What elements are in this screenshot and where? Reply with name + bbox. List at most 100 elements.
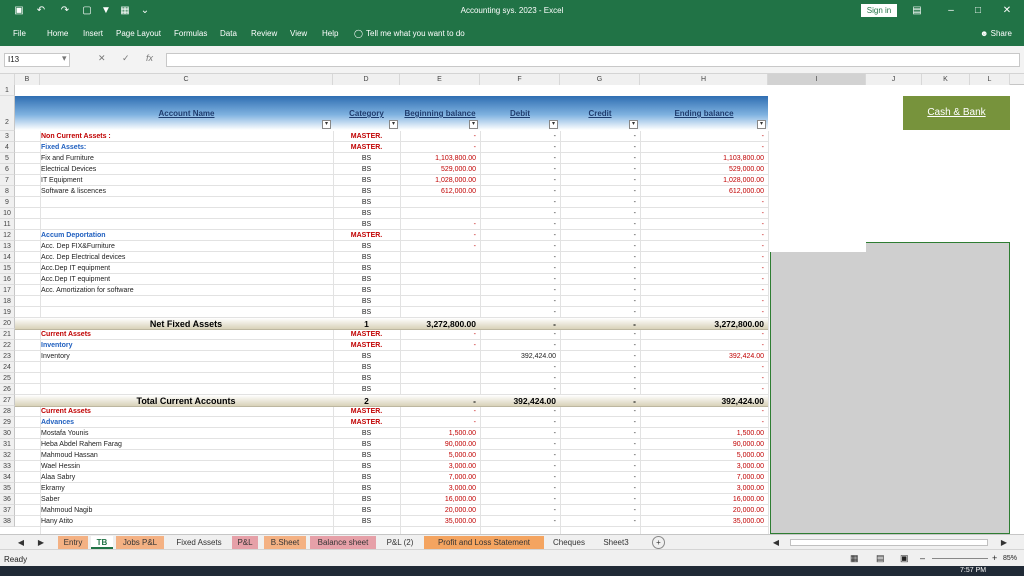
cell-name[interactable] [41,373,331,384]
cell-cat[interactable]: BS [333,362,400,373]
cell-end[interactable]: - [640,230,764,241]
sheet-tab-p-l-2-[interactable]: P&L (2) [380,536,420,549]
cell-deb[interactable]: - [480,186,556,197]
cell-name[interactable]: Acc. Amortization for software [41,285,331,296]
cell-cat[interactable]: MASTER. [333,340,400,351]
cell-cre[interactable]: - [560,472,636,483]
zoom-slider[interactable] [932,558,988,559]
cell-name[interactable]: Fix and Furniture [41,153,331,164]
cell-deb[interactable]: - [480,428,556,439]
cell-cat[interactable]: BS [333,153,400,164]
cell-cre[interactable]: - [560,142,636,153]
tell-me-search[interactable]: Tell me what you want to do [366,29,465,38]
row-header[interactable]: 4 [0,142,15,153]
row-header[interactable]: 34 [0,472,15,483]
cell-cre[interactable]: - [560,461,636,472]
cell-name[interactable] [41,362,331,373]
cell-cre[interactable]: - [560,219,636,230]
column-header-h[interactable]: H [640,74,768,85]
column-header-f[interactable]: F [480,74,560,85]
tab-help[interactable]: Help [322,29,338,38]
cell-end[interactable]: - [640,263,764,274]
cell-deb[interactable]: - [480,340,556,351]
cell-deb[interactable]: - [480,131,556,142]
cell-cre[interactable]: - [560,340,636,351]
cell-end[interactable]: 612,000.00 [640,186,764,197]
cell-cat[interactable]: BS [333,516,400,527]
cell-beg[interactable]: 5,000.00 [400,450,476,461]
chevron-down-icon[interactable]: ▾ [62,53,67,64]
sheet-tab-entry[interactable]: Entry [58,536,88,549]
cell-name[interactable]: Heba Abdel Rahem Farag [41,439,331,450]
cell-end[interactable]: - [640,296,764,307]
cell-end[interactable]: 7,000.00 [640,472,764,483]
cell-beg[interactable]: - [400,230,476,241]
cell-cre[interactable]: - [560,285,636,296]
cell-cat[interactable]: BS [333,450,400,461]
scroll-left-icon[interactable]: ◀ [772,536,780,549]
cell-deb[interactable]: - [480,175,556,186]
filter-dropdown-icon[interactable]: ▾ [469,120,478,129]
cell-deb[interactable]: - [480,417,556,428]
cell-cat[interactable]: BS [333,494,400,505]
maximize-button[interactable]: □ [971,4,985,18]
cell-name[interactable]: Acc. Dep Electrical devices [41,252,331,263]
cell-beg[interactable]: 7,000.00 [400,472,476,483]
row-header[interactable]: 14 [0,252,15,263]
row-header[interactable]: 13 [0,241,15,252]
cell-cre[interactable]: - [560,329,636,340]
cell-name[interactable]: Advances [41,417,331,428]
sheet-tab-p-l[interactable]: P&L [232,536,258,549]
cell-cre[interactable]: - [560,164,636,175]
horizontal-scrollbar[interactable] [790,539,988,546]
cell-end[interactable]: 5,000.00 [640,450,764,461]
cell-deb[interactable]: - [480,483,556,494]
cell-cat[interactable]: BS [333,175,400,186]
cell-deb[interactable]: - [480,373,556,384]
row-header[interactable]: 8 [0,186,15,197]
cell-cre[interactable]: - [560,362,636,373]
cell-name[interactable]: Acc.Dep IT equipment [41,263,331,274]
cell-beg[interactable] [400,307,476,318]
filter-dropdown-icon[interactable]: ▾ [549,120,558,129]
tab-file[interactable]: File [13,29,26,38]
cell-cat[interactable]: MASTER. [333,230,400,241]
tab-review[interactable]: Review [251,29,277,38]
cell-beg[interactable] [400,351,476,362]
row-header[interactable]: 15 [0,263,15,274]
cell-cre[interactable]: - [560,428,636,439]
cell-name[interactable] [41,296,331,307]
cell-cat[interactable]: BS [333,208,400,219]
cell-cre[interactable]: - [560,263,636,274]
cell-beg[interactable]: 20,000.00 [400,505,476,516]
normal-view-icon[interactable]: ▦ [850,553,859,564]
cell-deb[interactable]: - [480,252,556,263]
row-header[interactable]: 21 [0,329,15,340]
cell-cat[interactable]: BS [333,472,400,483]
cell-deb[interactable]: - [480,472,556,483]
row-header[interactable]: 32 [0,450,15,461]
cash-bank-button[interactable]: Cash & Bank [903,96,1010,130]
cell-cre[interactable]: - [560,252,636,263]
cell-beg[interactable]: 1,028,000.00 [400,175,476,186]
row-header[interactable]: 37 [0,505,15,516]
cell-name[interactable] [41,384,331,395]
cell-deb[interactable]: - [480,263,556,274]
sheet-tab-cheques[interactable]: Cheques [548,536,590,549]
insert-function-icon[interactable]: fx [146,53,153,63]
cell-end[interactable]: - [640,329,764,340]
page-break-view-icon[interactable]: ▣ [900,553,909,564]
row-header[interactable]: 9 [0,197,15,208]
cell-deb[interactable]: - [480,494,556,505]
cell-name[interactable]: Inventory [41,340,331,351]
cell-beg[interactable]: - [400,406,476,417]
cell-end[interactable]: 392,424.00 [640,351,764,362]
row-header[interactable]: 35 [0,483,15,494]
cell-cat[interactable]: BS [333,252,400,263]
add-sheet-icon[interactable]: + [652,536,665,549]
cell-beg[interactable] [400,252,476,263]
sheet-tab-fixed-assets[interactable]: Fixed Assets [168,536,230,549]
cell-end[interactable]: - [640,307,764,318]
cell-beg[interactable] [400,197,476,208]
row-header[interactable]: 27 [0,395,15,406]
